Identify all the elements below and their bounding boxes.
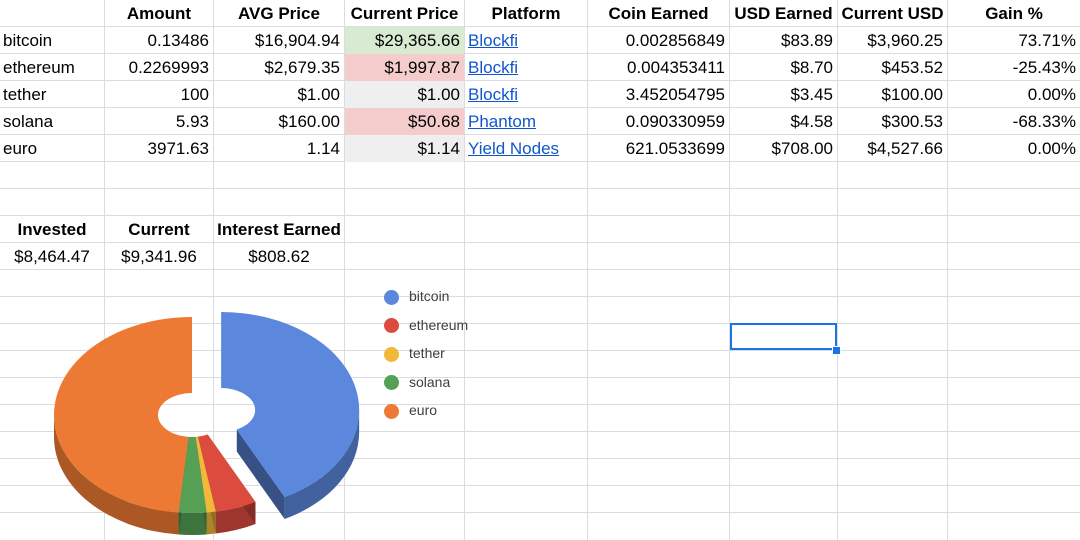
current-usd-cell[interactable]: $300.53 xyxy=(838,108,947,135)
legend-label: euro xyxy=(409,402,438,418)
usd-earned-cell[interactable]: $708.00 xyxy=(730,135,837,162)
coin-name[interactable]: bitcoin xyxy=(0,27,104,54)
coin-earned-cell[interactable]: 621.0533699 xyxy=(588,135,729,162)
coin-earned-cell[interactable]: 0.004353411 xyxy=(588,54,729,81)
grid-row-line xyxy=(0,188,1080,189)
amount-cell[interactable]: 0.13486 xyxy=(105,27,213,54)
platform-link[interactable]: Blockfi xyxy=(465,81,587,108)
invested-label[interactable]: Invested xyxy=(0,216,104,243)
legend-item[interactable]: ethereum xyxy=(380,311,468,339)
usd-earned-cell[interactable]: $4.58 xyxy=(730,108,837,135)
current-usd-cell[interactable]: $453.52 xyxy=(838,54,947,81)
avg-price-cell[interactable]: $1.00 xyxy=(214,81,344,108)
legend-swatch xyxy=(384,346,399,362)
legend-label: tether xyxy=(409,345,445,361)
current-price-cell[interactable]: $29,365.66 xyxy=(345,27,464,54)
coin-earned-cell[interactable]: 0.090330959 xyxy=(588,108,729,135)
header-gain[interactable]: Gain % xyxy=(948,0,1080,27)
usd-earned-cell[interactable]: $83.89 xyxy=(730,27,837,54)
legend-item[interactable]: euro xyxy=(380,396,437,424)
header-amount[interactable]: Amount xyxy=(105,0,213,27)
header-current-price[interactable]: Current Price xyxy=(345,0,464,27)
gain-cell[interactable]: -25.43% xyxy=(948,54,1080,81)
fill-handle[interactable] xyxy=(832,346,841,355)
legend-swatch xyxy=(384,289,399,305)
legend-label: bitcoin xyxy=(409,288,450,304)
platform-link[interactable]: Blockfi xyxy=(465,27,587,54)
interest-earned-value[interactable]: $808.62 xyxy=(214,243,344,270)
platform-link[interactable]: Yield Nodes xyxy=(465,135,587,162)
coin-name[interactable]: euro xyxy=(0,135,104,162)
platform-link[interactable]: Blockfi xyxy=(465,54,587,81)
legend-item[interactable]: tether xyxy=(380,339,445,367)
gain-cell[interactable]: 73.71% xyxy=(948,27,1080,54)
avg-price-cell[interactable]: $2,679.35 xyxy=(214,54,344,81)
current-usd-cell[interactable]: $100.00 xyxy=(838,81,947,108)
gain-cell[interactable]: 0.00% xyxy=(948,81,1080,108)
pie-slice-side xyxy=(178,512,207,535)
current-price-cell[interactable]: $50.68 xyxy=(345,108,464,135)
pie-chart[interactable] xyxy=(0,270,380,540)
selected-cell[interactable] xyxy=(730,323,837,350)
coin-name[interactable]: ethereum xyxy=(0,54,104,81)
coin-name[interactable]: tether xyxy=(0,81,104,108)
current-label[interactable]: Current xyxy=(105,216,213,243)
current-price-cell[interactable]: $1,997.87 xyxy=(345,54,464,81)
current-price-cell[interactable]: $1.14 xyxy=(345,135,464,162)
legend-label: ethereum xyxy=(409,316,469,333)
header-usd-earned[interactable]: USD Earned xyxy=(730,0,837,27)
header-platform[interactable]: Platform xyxy=(465,0,587,27)
header-current-usd[interactable]: Current USD xyxy=(838,0,947,27)
amount-cell[interactable]: 100 xyxy=(105,81,213,108)
amount-cell[interactable]: 5.93 xyxy=(105,108,213,135)
pie-slice-euro[interactable] xyxy=(53,317,192,535)
avg-price-cell[interactable]: $16,904.94 xyxy=(214,27,344,54)
avg-price-cell[interactable]: 1.14 xyxy=(214,135,344,162)
coin-name[interactable]: solana xyxy=(0,108,104,135)
current-usd-cell[interactable]: $3,960.25 xyxy=(838,27,947,54)
legend-label: solana xyxy=(409,373,451,390)
legend-swatch xyxy=(384,375,399,391)
usd-earned-cell[interactable]: $8.70 xyxy=(730,54,837,81)
usd-earned-cell[interactable]: $3.45 xyxy=(730,81,837,108)
gain-cell[interactable]: 0.00% xyxy=(948,135,1080,162)
header-coin-earned[interactable]: Coin Earned xyxy=(588,0,729,27)
current-usd-cell[interactable]: $4,527.66 xyxy=(838,135,947,162)
invested-value[interactable]: $8,464.47 xyxy=(0,243,104,270)
current-price-cell[interactable]: $1.00 xyxy=(345,81,464,108)
legend-item[interactable]: solana xyxy=(380,368,450,396)
platform-link[interactable]: Phantom xyxy=(465,108,587,135)
current-value[interactable]: $9,341.96 xyxy=(105,243,213,270)
legend-swatch xyxy=(384,403,399,419)
amount-cell[interactable]: 0.2269993 xyxy=(105,54,213,81)
coin-earned-cell[interactable]: 0.002856849 xyxy=(588,27,729,54)
gain-cell[interactable]: -68.33% xyxy=(948,108,1080,135)
avg-price-cell[interactable]: $160.00 xyxy=(214,108,344,135)
coin-earned-cell[interactable]: 3.452054795 xyxy=(588,81,729,108)
legend-swatch xyxy=(384,318,399,334)
header-avg-price[interactable]: AVG Price xyxy=(214,0,344,27)
legend-item[interactable]: bitcoin xyxy=(380,282,449,310)
amount-cell[interactable]: 3971.63 xyxy=(105,135,213,162)
interest-earned-label[interactable]: Interest Earned xyxy=(214,216,344,243)
